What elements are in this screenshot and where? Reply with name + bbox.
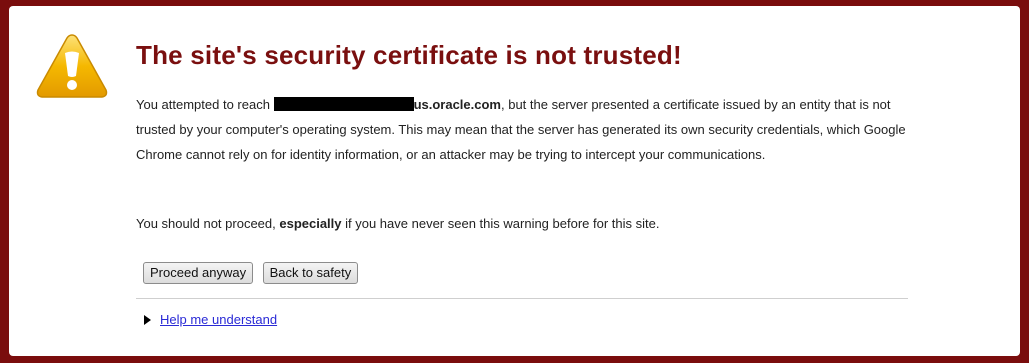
advice-paragraph: You should not proceed, especially if yo… xyxy=(136,211,906,236)
explanation-paragraph: You attempted to reach us.oracle.com, bu… xyxy=(136,92,906,167)
advice-text-start: You should not proceed, xyxy=(136,216,280,231)
proceed-anyway-button[interactable]: Proceed anyway xyxy=(143,262,254,284)
divider xyxy=(136,298,908,299)
advice-emphasis: especially xyxy=(279,216,342,231)
triangle-right-icon[interactable] xyxy=(144,315,151,325)
interstitial-panel: The site's security certificate is not t… xyxy=(9,6,1020,356)
explanation-text-line1-end: , but the server presented a certificate… xyxy=(501,97,778,112)
warning-triangle-icon xyxy=(36,34,108,98)
back-to-safety-button[interactable]: Back to safety xyxy=(262,262,359,284)
site-hostname: us.oracle.com xyxy=(413,97,501,112)
action-buttons: Proceed anyway Back to safety xyxy=(143,262,363,284)
advice-text-end: if you have never seen this warning befo… xyxy=(341,216,660,231)
redacted-hostname-block xyxy=(273,97,414,111)
help-me-understand-link[interactable]: Help me understand xyxy=(160,312,277,327)
page-title: The site's security certificate is not t… xyxy=(136,40,682,70)
help-disclosure[interactable]: Help me understand xyxy=(144,312,277,328)
explanation-text-start: You attempted to reach xyxy=(136,97,274,112)
